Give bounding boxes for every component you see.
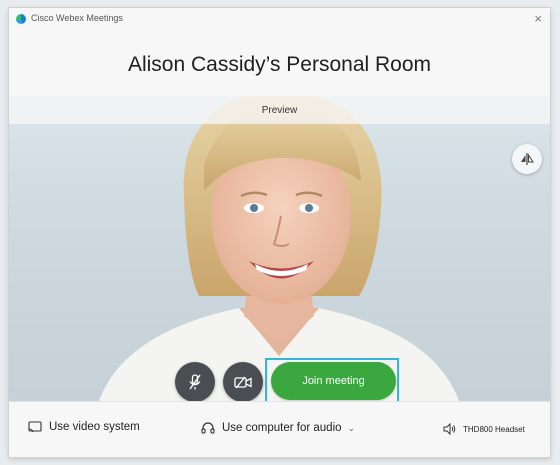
webex-preview-window: Cisco Webex Meetings × Alison Cassidy’s …: [9, 8, 550, 457]
speaker-icon: [443, 423, 456, 435]
audio-connection-dropdown[interactable]: Use computer for audio ⌄: [201, 421, 355, 435]
chevron-down-icon: ⌄: [347, 422, 356, 433]
use-video-system-label: Use video system: [49, 421, 140, 433]
camera-off-icon: [234, 376, 252, 389]
bottom-bar: Use video system Use computer for audio …: [9, 401, 550, 457]
stop-video-button[interactable]: [223, 362, 263, 401]
use-video-system-button[interactable]: Use video system: [28, 421, 140, 433]
microphone-muted-icon: [189, 374, 201, 390]
video-system-icon: [28, 421, 42, 433]
flip-camera-icon: [521, 153, 534, 165]
webex-logo-icon: [16, 14, 26, 24]
headset-label: THD800 Headset: [463, 424, 525, 434]
room-header: Alison Cassidy’s Personal Room: [9, 30, 550, 96]
join-meeting-button[interactable]: Join meeting: [271, 362, 396, 400]
app-title: Cisco Webex Meetings: [31, 13, 123, 23]
audio-option-label: Use computer for audio: [222, 422, 342, 434]
speaker-device-button[interactable]: THD800 Headset: [443, 423, 525, 435]
preview-label: Preview: [9, 96, 550, 124]
room-title: Alison Cassidy’s Personal Room: [127, 53, 432, 76]
mute-button[interactable]: [175, 362, 215, 401]
video-preview: Preview Join meeting: [9, 96, 550, 401]
headphones-icon: [201, 422, 215, 434]
participant-video: [99, 96, 459, 401]
flip-camera-button[interactable]: [512, 144, 542, 174]
title-bar: Cisco Webex Meetings ×: [9, 8, 550, 30]
close-button[interactable]: ×: [534, 11, 542, 26]
